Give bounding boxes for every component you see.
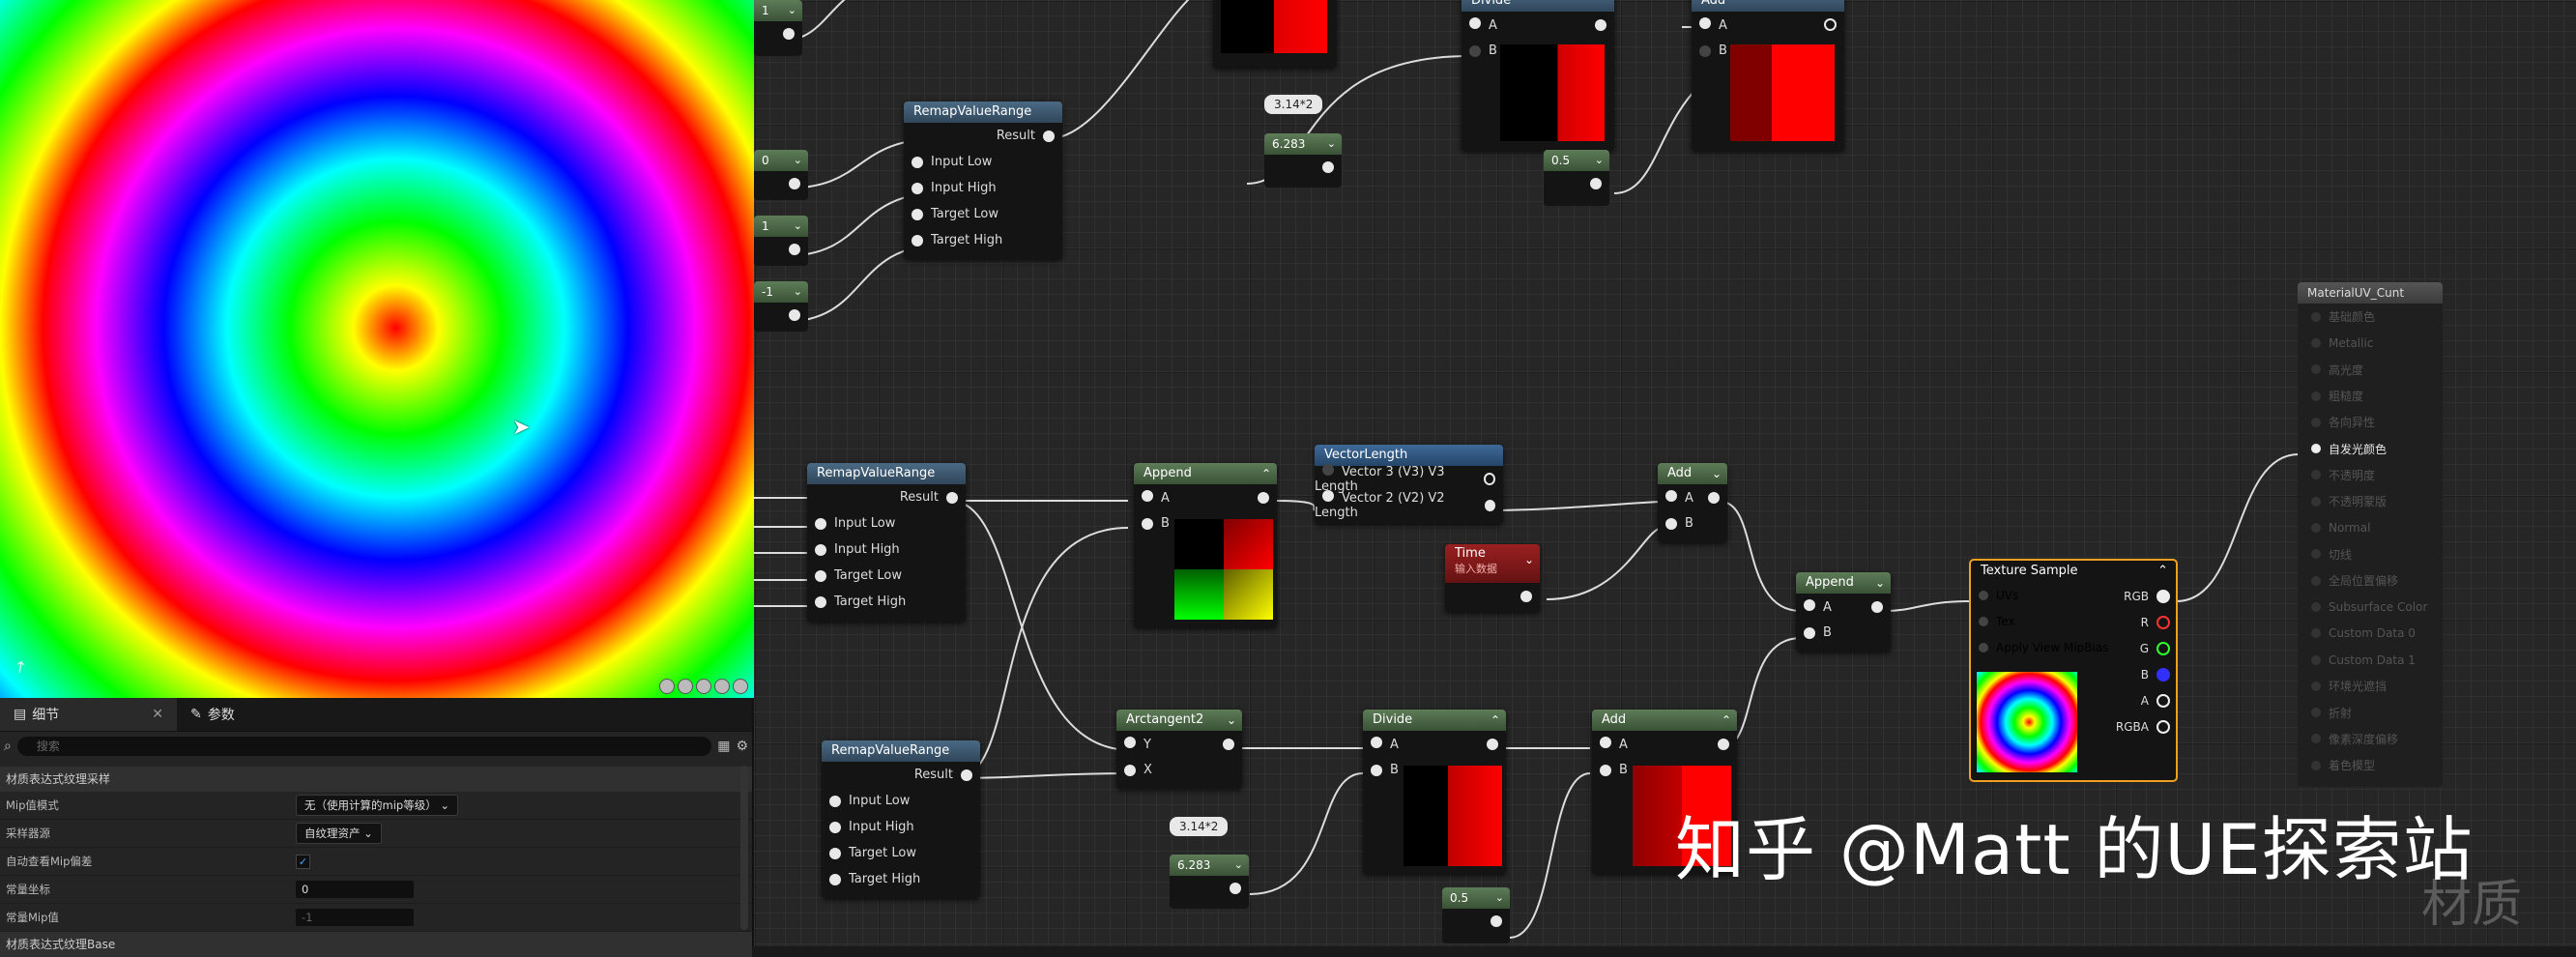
mip-mode-dropdown[interactable]: 无（使用计算的mip等级） ⌄ [296, 795, 458, 816]
tab-params-label: 参数 [207, 708, 235, 723]
property-label: 自动查看Mip偏差 [6, 855, 93, 868]
material-preview-viewport[interactable]: ➤ ↗ [0, 0, 754, 698]
pencil-icon: ✎ [189, 707, 202, 722]
comment-bubble: 3.14*2 [1264, 95, 1323, 114]
material-pin: Custom Data 1 [2298, 647, 2443, 673]
details-icon: ▤ [14, 707, 27, 722]
grid-view-icon[interactable]: ▦ [717, 739, 730, 754]
constant-node-6283[interactable]: 6.283 ⌄ [1170, 855, 1249, 909]
remap-value-range-node[interactable]: RemapValueRange Result Input Low Input H… [904, 102, 1062, 259]
property-row: 采样器源 自纹理资产 ⌄ [0, 820, 752, 848]
material-pin: 不透明度 [2298, 462, 2443, 488]
property-label: 常量坐标 [6, 883, 50, 896]
details-scrollbar[interactable] [740, 766, 748, 930]
material-result-node[interactable]: MaterialUV_Cunt 基础颜色 Metallic 高光度 粗糙度 各向… [2298, 282, 2443, 787]
remap-value-range-node[interactable]: RemapValueRange Result Input Low Input H… [807, 463, 966, 622]
vector-length-node[interactable]: VectorLength Vector 3 (V3) V3 Length Vec… [1315, 445, 1503, 524]
property-row: 自动查看Mip偏差 ✓ [0, 848, 752, 876]
texture-thumbnail [1977, 672, 2077, 772]
node-preview-partial[interactable] [1213, 0, 1337, 68]
preview-toolbar [659, 679, 748, 694]
search-icon: ⌕ [4, 739, 12, 754]
category-texture-sample[interactable]: 材质表达式纹理采样 [0, 767, 752, 792]
time-node[interactable]: Time 输入数据 ⌄ [1445, 544, 1540, 612]
material-pin: Custom Data 0 [2298, 621, 2443, 647]
material-pin: Normal [2298, 514, 2443, 540]
material-pin: 高光度 [2298, 357, 2443, 383]
mouse-cursor-icon: ➤ [512, 416, 531, 440]
constant-node-6283[interactable]: 6.283 ⌄ [1264, 133, 1342, 188]
constant-node[interactable]: -1 ⌄ [754, 281, 808, 332]
property-label: Mip值模式 [6, 798, 59, 812]
const-mip-value-input[interactable]: -1 [296, 909, 414, 926]
material-pin: 像素深度偏移 [2298, 726, 2443, 752]
material-pin: 不透明蒙版 [2298, 488, 2443, 514]
preview-plane-icon[interactable] [696, 679, 711, 694]
arctangent2-node[interactable]: Arctangent2 ⌄ Y X [1116, 710, 1242, 789]
auto-mip-bias-checkbox[interactable]: ✓ [296, 854, 310, 869]
material-pin: 粗糙度 [2298, 383, 2443, 409]
material-pin: 折射 [2298, 699, 2443, 725]
add-node-mid[interactable]: Add ⌄ A B [1658, 463, 1727, 542]
append-node[interactable]: Append ⌃ A B [1134, 463, 1277, 627]
comment-bubble: 3.14*2 [1170, 817, 1229, 836]
property-row: 常量坐标 0 [0, 876, 752, 904]
material-pin-emissive: 自发光颜色 [2298, 435, 2443, 461]
tab-parameters[interactable]: ✎ 参数 [177, 698, 248, 731]
close-icon[interactable]: ✕ [152, 707, 163, 722]
divide-node-top[interactable]: Divide A B [1462, 0, 1614, 151]
material-pin: 着色模型 [2298, 752, 2443, 778]
material-pin: 基础颜色 [2298, 304, 2443, 330]
const-coordinate-input[interactable]: 0 [296, 881, 414, 898]
property-row: 常量Mip值 -1 [0, 904, 752, 932]
category-texture-base[interactable]: 材质表达式纹理Base [0, 932, 752, 957]
constant-node-05[interactable]: 0.5 ⌄ [1544, 150, 1609, 206]
preview-sphere-icon[interactable] [659, 679, 675, 694]
axis-gizmo-icon: ↗ [9, 654, 31, 679]
add-node-top[interactable]: Add A B [1692, 0, 1844, 151]
sampler-source-dropdown[interactable]: 自纹理资产 ⌄ [296, 823, 382, 844]
tab-details-label: 细节 [32, 708, 60, 723]
search-row: ⌕ 搜索 ▦ ⚙ [0, 732, 752, 761]
constant-node[interactable]: 1 ⌄ [754, 0, 802, 56]
preview-cube-icon[interactable] [714, 679, 730, 694]
remap-value-range-node[interactable]: RemapValueRange Result Input Low Input H… [822, 740, 980, 898]
gear-icon[interactable]: ⚙ [736, 739, 748, 754]
material-pin: 各向异性 [2298, 409, 2443, 435]
details-tabs: ▤ 细节 ✕ ✎ 参数 [0, 698, 752, 732]
material-pin: Subsurface Color [2298, 594, 2443, 620]
property-label: 常量Mip值 [6, 911, 59, 924]
preview-mesh-icon[interactable] [733, 679, 748, 694]
texture-sample-node[interactable]: Texture Sample ⌃ UVs Tex Apply View MipBi… [1969, 559, 2178, 782]
material-pin: Metallic [2298, 330, 2443, 356]
append-node[interactable]: Append ⌄ A B [1796, 572, 1891, 652]
material-pin: 环境光遮挡 [2298, 673, 2443, 699]
constant-node[interactable]: 1 ⌄ [754, 216, 808, 266]
details-panel: ▤ 细节 ✕ ✎ 参数 ⌕ 搜索 ▦ ⚙ 材质表达式纹理采样 Mip值模式 无（… [0, 698, 754, 957]
material-pin: 切线 [2298, 541, 2443, 567]
tab-details[interactable]: ▤ 细节 ✕ [0, 698, 177, 731]
divide-node-bottom[interactable]: Divide ⌃ A B [1363, 710, 1506, 874]
search-input[interactable]: 搜索 [16, 737, 712, 756]
material-pin: 全局位置偏移 [2298, 567, 2443, 594]
preview-cylinder-icon[interactable] [678, 679, 693, 694]
constant-node[interactable]: 0 ⌄ [754, 150, 808, 200]
property-row: Mip值模式 无（使用计算的mip等级） ⌄ [0, 792, 752, 820]
constant-node-05[interactable]: 0.5 ⌄ [1442, 887, 1510, 943]
property-label: 采样器源 [6, 826, 50, 840]
watermark-text: 知乎 @Matt 的UE探索站 [1675, 809, 2474, 890]
